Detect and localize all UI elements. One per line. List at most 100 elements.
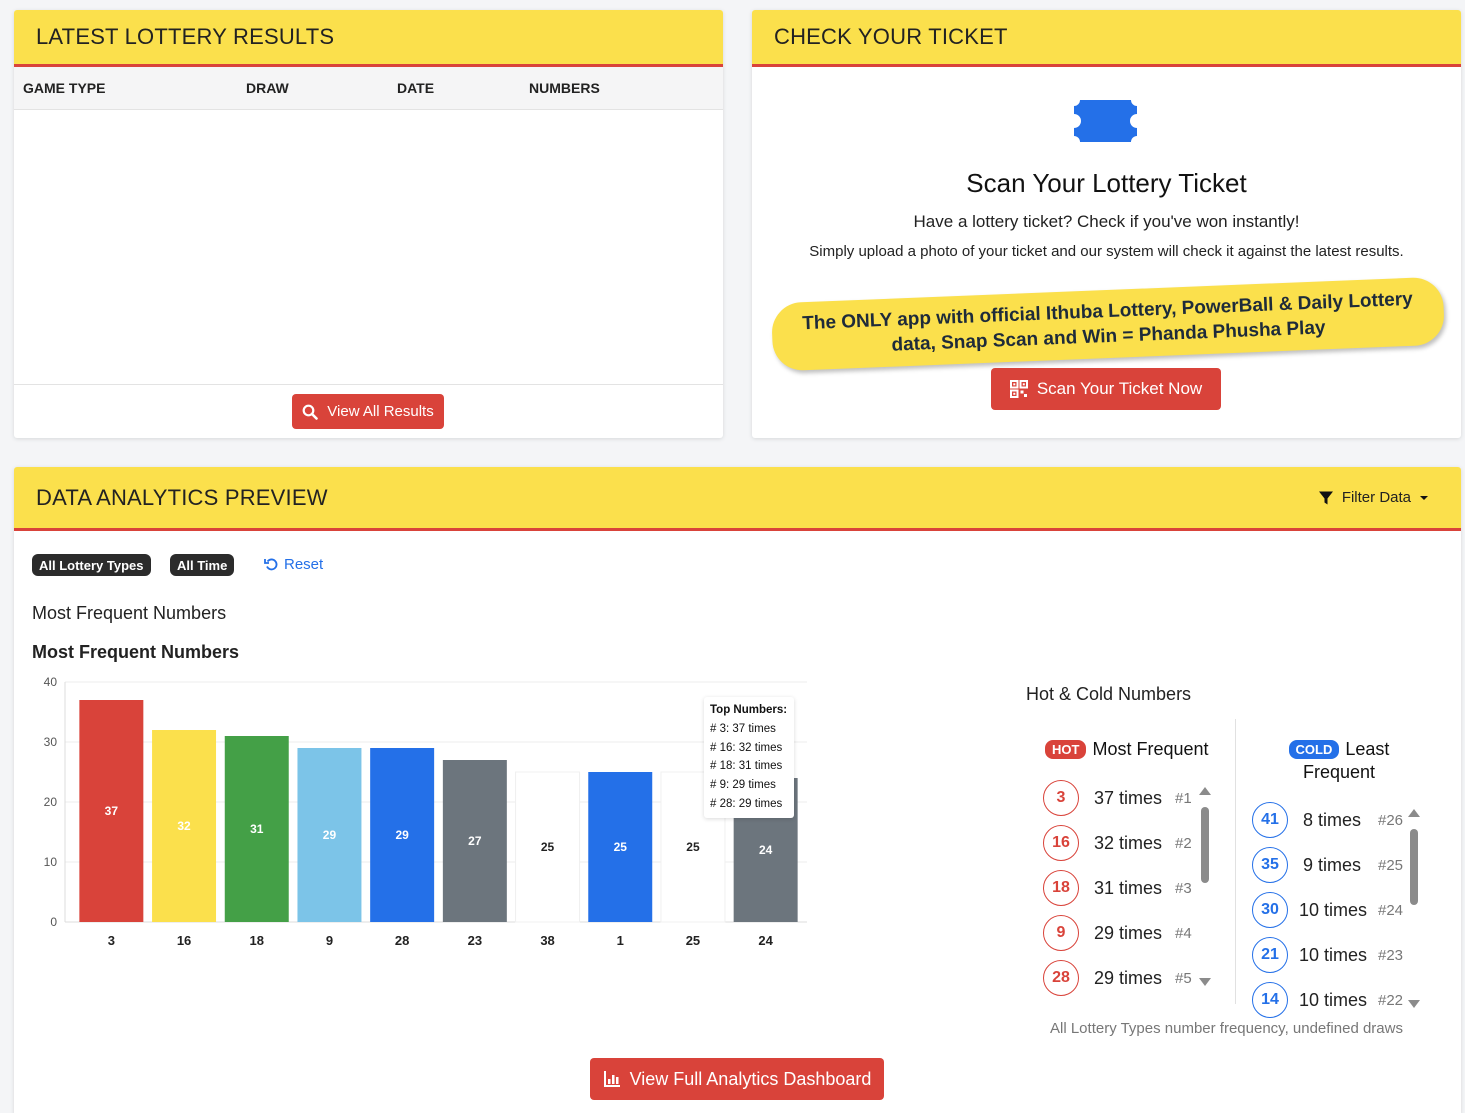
tooltip-line: # 28: 29 times	[710, 797, 783, 810]
promo-banner: The ONLY app with official Ithuba Lotter…	[770, 276, 1446, 372]
cold-number-ball: 21	[1252, 937, 1288, 973]
latest-results-title: LATEST LOTTERY RESULTS	[36, 24, 335, 49]
col-draw: DRAW	[246, 80, 289, 96]
scroll-thumb[interactable]	[1410, 829, 1418, 905]
tooltip-line: # 3: 37 times	[710, 722, 776, 735]
analytics-header: DATA ANALYTICS PREVIEW Filter Data	[14, 467, 1461, 531]
bar-value-label: 29	[395, 828, 409, 842]
hot-cold-footer: All Lottery Types number frequency, unde…	[1050, 1020, 1403, 1037]
check-ticket-header: CHECK YOUR TICKET	[752, 10, 1461, 67]
bar-value-label: 27	[468, 834, 482, 848]
hot-column-header: HOT Most Frequent	[1045, 739, 1209, 760]
cold-list-scrollbar[interactable]	[1407, 807, 1421, 1012]
x-tick-label: 28	[395, 933, 409, 948]
bar-value-label: 32	[177, 819, 191, 833]
cold-number-ball: 30	[1252, 892, 1288, 928]
x-tick-label: 24	[758, 933, 773, 948]
scroll-up-icon[interactable]	[1408, 809, 1420, 817]
y-tick-label: 10	[44, 855, 58, 869]
col-game-type: GAME TYPE	[23, 80, 106, 96]
bar-value-label: 24	[759, 843, 773, 857]
cold-number-times: 9 times	[1303, 854, 1362, 875]
hot-number-row: 3 37 times #1	[1043, 778, 1192, 818]
cold-number-rank: #25	[1378, 856, 1404, 874]
scan-heading: Scan Your Lottery Ticket	[966, 168, 1247, 198]
scroll-thumb[interactable]	[1201, 807, 1209, 883]
scroll-up-icon[interactable]	[1199, 787, 1211, 795]
cold-number-row: 30 10 times #24	[1252, 890, 1403, 930]
hot-number-row: 16 32 times #2	[1043, 823, 1192, 863]
hot-heading: Most Frequent	[1092, 739, 1209, 759]
hot-number-row: 9 29 times #4	[1043, 913, 1192, 953]
hot-number-ball: 16	[1043, 825, 1079, 861]
scan-ticket-label: Scan Your Ticket Now	[1036, 379, 1203, 398]
cold-number-row: 21 10 times #23	[1252, 935, 1403, 975]
x-tick-label: 3	[108, 933, 115, 948]
reset-label: Reset	[284, 556, 324, 573]
scroll-down-icon[interactable]	[1408, 1000, 1420, 1008]
cold-badge: COLD	[1288, 740, 1340, 759]
hot-number-rank: #4	[1175, 924, 1192, 942]
view-dashboard-label: View Full Analytics Dashboard	[629, 1068, 872, 1089]
tooltip-title: Top Numbers:	[710, 704, 788, 716]
bar-value-label: 37	[105, 804, 119, 818]
qr-code-icon	[1009, 380, 1028, 398]
hot-badge: HOT	[1045, 740, 1087, 759]
ticket-icon	[1074, 100, 1137, 142]
filter-data-label: Filter Data	[1341, 489, 1411, 506]
section-title: Most Frequent Numbers	[32, 603, 227, 623]
x-tick-label: 16	[177, 933, 191, 948]
cold-heading-line1: Least	[1345, 739, 1390, 759]
hot-cold-title: Hot & Cold Numbers	[1026, 684, 1192, 704]
x-tick-label: 18	[250, 933, 264, 948]
y-tick-label: 0	[50, 915, 57, 929]
hot-number-ball: 9	[1043, 915, 1079, 951]
x-tick-label: 23	[468, 933, 482, 948]
search-icon	[302, 404, 319, 420]
analytics-card: DATA ANALYTICS PREVIEW Filter Data All L…	[14, 467, 1461, 1113]
scroll-down-icon[interactable]	[1199, 978, 1211, 986]
scan-description: Simply upload a photo of your ticket and…	[809, 243, 1404, 260]
cold-number-times: 10 times	[1299, 944, 1368, 965]
hot-number-times: 29 times	[1094, 922, 1163, 943]
bar-value-label: 29	[323, 828, 337, 842]
chart-title: Most Frequent Numbers	[32, 642, 240, 662]
tooltip-line: # 16: 32 times	[710, 741, 783, 754]
cold-number-times: 10 times	[1299, 989, 1368, 1010]
cold-number-times: 10 times	[1299, 899, 1368, 920]
bar-value-label: 25	[614, 840, 628, 854]
filter-data-dropdown[interactable]: Filter Data	[1318, 489, 1429, 506]
hot-number-ball: 3	[1043, 780, 1079, 816]
cold-number-ball: 14	[1252, 982, 1288, 1018]
tooltip-line: # 9: 29 times	[710, 779, 776, 792]
cold-number-row: 41 8 times #26	[1252, 800, 1403, 840]
bar-value-label: 25	[541, 840, 555, 854]
filter-icon	[1318, 491, 1333, 504]
hot-list-scrollbar[interactable]	[1198, 785, 1212, 990]
hot-number-rank: #5	[1175, 969, 1192, 987]
latest-results-card: LATEST LOTTERY RESULTS GAME TYPE DRAW DA…	[14, 10, 723, 438]
analytics-title: DATA ANALYTICS PREVIEW	[36, 484, 328, 510]
scan-ticket-button[interactable]: Scan Your Ticket Now	[991, 368, 1221, 410]
hot-number-row: 18 31 times #3	[1043, 868, 1192, 908]
latest-results-header: LATEST LOTTERY RESULTS	[14, 10, 723, 67]
hot-number-ball: 18	[1043, 870, 1079, 906]
cold-number-row: 14 10 times #22	[1252, 980, 1403, 1020]
x-tick-label: 1	[617, 933, 624, 948]
hot-number-rank: #1	[1175, 789, 1192, 807]
bar-value-label: 31	[250, 822, 264, 836]
view-all-results-button[interactable]: View All Results	[292, 394, 444, 429]
cold-number-times: 8 times	[1303, 809, 1362, 830]
results-table-body	[14, 110, 723, 385]
hot-number-times: 37 times	[1094, 787, 1163, 808]
badge-time-range: All Time	[170, 554, 235, 576]
scan-subheading: Have a lottery ticket? Check if you've w…	[913, 212, 1300, 231]
col-date: DATE	[397, 80, 435, 96]
undo-icon	[264, 558, 278, 571]
reset-link[interactable]: Reset	[264, 556, 323, 573]
hot-cold-divider	[1235, 719, 1236, 1004]
view-dashboard-button[interactable]: View Full Analytics Dashboard	[590, 1058, 884, 1100]
y-tick-label: 30	[44, 735, 58, 749]
x-tick-label: 38	[540, 933, 554, 948]
hot-number-times: 29 times	[1094, 967, 1163, 988]
